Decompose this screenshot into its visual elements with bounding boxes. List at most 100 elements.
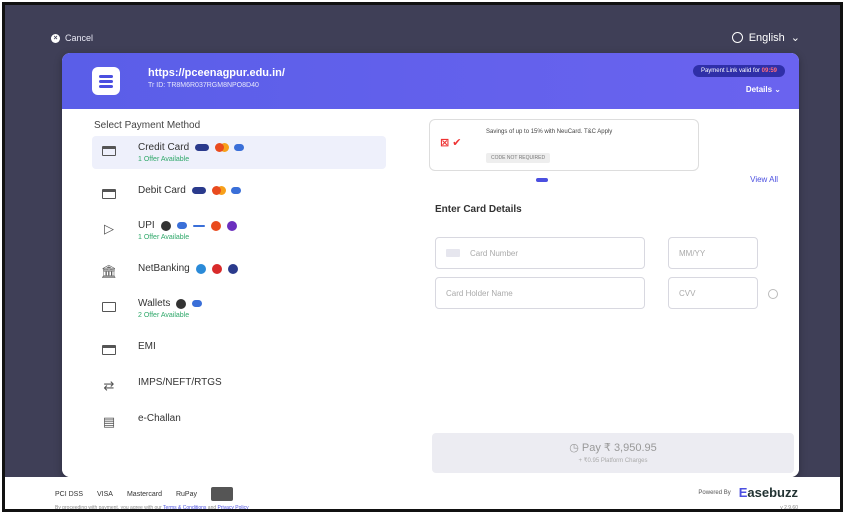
powered-by-label: Powered By (698, 489, 731, 496)
phonepe-logo-icon (226, 220, 237, 231)
card-number-input[interactable]: Card Number (435, 237, 645, 269)
bhim-logo-icon (192, 224, 205, 227)
globe-icon (731, 32, 743, 43)
rupay-logo-icon (195, 144, 210, 151)
method-label: e-Challan (138, 413, 181, 424)
wallet-logo-icon (192, 300, 203, 307)
mastercard-logo-icon: Mastercard (126, 490, 162, 498)
offer-label: 2 Offer Available (138, 312, 190, 319)
language-label: English (748, 31, 785, 44)
card-number-placeholder: Card Number (470, 248, 519, 258)
privacy-link[interactable]: Privacy Policy (218, 505, 249, 509)
method-e-challan[interactable]: ▤ e-Challan (92, 407, 386, 436)
form-title: Enter Card Details (435, 204, 522, 215)
method-label: NetBanking (138, 263, 190, 274)
card-logo-icon (211, 487, 233, 501)
visa-logo-icon (234, 144, 245, 151)
paytm-logo-icon (176, 222, 187, 229)
method-debit-card[interactable]: Debit Card (92, 179, 386, 208)
pay-amount: Pay ₹ 3,950.95 (581, 442, 657, 454)
payment-card: https://pceenagpur.edu.in/ Tr ID: TR8M6R… (62, 53, 799, 477)
cancel-button[interactable]: × Cancel (51, 33, 93, 43)
wallet-logo-icon (176, 298, 187, 309)
checkout-window: × Cancel English ⌄ https://pceenagpur.ed… (2, 2, 843, 512)
visa-logo-icon: VISA (97, 490, 113, 498)
rupay-logo-icon (191, 187, 206, 194)
mastercard-logo-icon (215, 143, 225, 152)
debit-card-icon (98, 186, 120, 202)
offer-text: Savings of up to 15% with NeuCard. T&C A… (486, 129, 613, 135)
method-imps-neft-rtgs[interactable]: ⇄ IMPS/NEFT/RTGS (92, 371, 386, 400)
close-icon: × (51, 33, 60, 43)
link-validity-badge: Payment Link valid for 09:59 (692, 65, 785, 77)
card-icon (446, 249, 460, 257)
powered-by: Powered By Easebuzz (698, 485, 798, 500)
offer-label: 1 Offer Available (138, 234, 190, 241)
offer-card[interactable]: ⊠ ✔ Savings of up to 15% with NeuCard. T… (429, 119, 699, 171)
validity-label: Payment Link valid for (700, 68, 760, 74)
transfer-icon: ⇄ (103, 378, 115, 393)
method-label: UPI (138, 220, 155, 231)
method-label: Debit Card (138, 185, 186, 196)
language-selector[interactable]: English ⌄ (731, 31, 800, 44)
top-bar: × Cancel English ⌄ (5, 5, 840, 53)
merchant-logo (92, 67, 120, 95)
security-logos: PCI DSS VISA Mastercard RuPay (55, 487, 233, 501)
card-holder-placeholder: Card Holder Name (446, 288, 513, 298)
expiry-placeholder: MM/YY (679, 248, 706, 258)
carousel-indicator[interactable] (536, 178, 548, 182)
method-upi[interactable]: ▷ UPI 1 Offer Available (92, 214, 386, 247)
pay-subtext: + ₹0.95 Platform Charges (578, 458, 648, 464)
rupay-logo-icon: RuPay (175, 490, 197, 498)
method-wallets[interactable]: Wallets 2 Offer Available (92, 292, 386, 325)
transaction-id: Tr ID: TR8M6R037RGM8NPO8D40 (148, 82, 259, 89)
card-holder-input[interactable]: Card Holder Name (435, 277, 645, 309)
pci-logo-icon: PCI DSS (55, 490, 84, 498)
bank-icon: 🏛 (100, 264, 118, 279)
upi-app-icon (160, 220, 171, 231)
info-icon[interactable] (768, 289, 778, 299)
cvv-placeholder: CVV (679, 288, 696, 298)
offer-bank-logo-icon: ⊠ ✔ (440, 137, 462, 149)
method-netbanking[interactable]: 🏛 NetBanking (92, 257, 386, 286)
method-label: Credit Card (138, 142, 190, 153)
offer-label: 1 Offer Available (138, 156, 190, 163)
brand-name: asebuzz (747, 485, 798, 500)
gpay-logo-icon (210, 220, 221, 231)
method-credit-card[interactable]: Credit Card 1 Offer Available (92, 136, 386, 169)
offer-code: CODE NOT REQUIRED (486, 153, 551, 163)
method-label: EMI (138, 341, 156, 352)
payment-method-list: Select Payment Method Credit Card 1 Offe… (62, 109, 412, 477)
upi-icon: ▷ (104, 221, 114, 236)
footer: PCI DSS VISA Mastercard RuPay By proceed… (5, 477, 840, 511)
clock-icon: ◷ (569, 442, 582, 454)
bank-logo-icon (227, 263, 238, 274)
validity-timer: 09:59 (761, 68, 777, 74)
method-emi[interactable]: EMI (92, 335, 386, 364)
expiry-input[interactable]: MM/YY (668, 237, 758, 269)
terms-and: and (207, 505, 217, 511)
cancel-label: Cancel (65, 33, 94, 43)
credit-card-icon (98, 143, 120, 159)
merchant-header: https://pceenagpur.edu.in/ Tr ID: TR8M6R… (62, 53, 799, 109)
bank-logo-icon (211, 263, 222, 274)
pay-button[interactable]: ◷ Pay ₹ 3,950.95 + ₹0.95 Platform Charge… (432, 433, 794, 473)
wallet-icon (98, 299, 120, 315)
terms-link[interactable]: Terms & Conditions (163, 505, 206, 509)
version-label: v 2.9.60 (780, 505, 798, 511)
cvv-input[interactable]: CVV (668, 277, 758, 309)
view-all-link[interactable]: View All (750, 175, 778, 184)
terms-prefix: By proceeding with payment, you agree wi… (55, 505, 162, 511)
terms-text: By proceeding with payment, you agree wi… (55, 505, 249, 511)
details-label: Details (745, 85, 773, 94)
chevron-down-icon: ⌄ (774, 85, 781, 94)
bank-logo-icon (195, 263, 206, 274)
method-label: Wallets (138, 298, 171, 309)
section-title: Select Payment Method (94, 120, 201, 131)
details-toggle[interactable]: Details ⌄ (746, 85, 781, 94)
chevron-down-icon: ⌄ (790, 32, 800, 44)
merchant-url: https://pceenagpur.edu.in/ (148, 67, 285, 79)
card-details-panel: ⊠ ✔ Savings of up to 15% with NeuCard. T… (412, 109, 799, 477)
easebuzz-logo: Easebuzz (739, 485, 798, 500)
visa-logo-icon (230, 187, 241, 194)
